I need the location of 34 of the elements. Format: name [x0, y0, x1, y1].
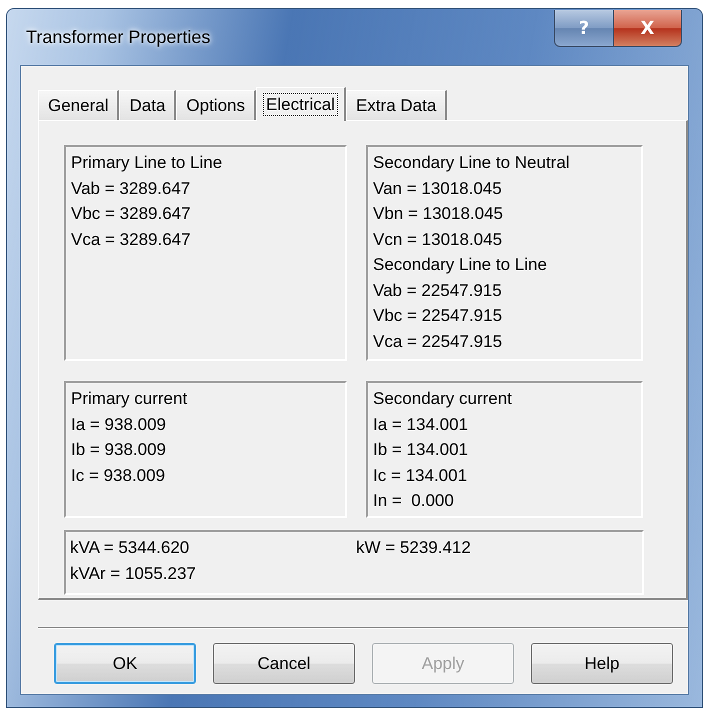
- readout-text: Vca = 3289.647: [71, 228, 192, 250]
- tab[interactable]: Data: [119, 90, 176, 120]
- tab[interactable]: Extra Data: [346, 90, 448, 120]
- readout-text: kVAr = 1055.237: [70, 562, 197, 584]
- readout-text: Ia = 134.001: [373, 414, 470, 436]
- readout-text: kVA = 5344.620: [70, 537, 190, 559]
- readout-text: Vab = 22547.915: [373, 280, 503, 302]
- readout-text: Vbc = 22547.915: [373, 305, 504, 327]
- readout-text: Ib = 134.001: [373, 439, 470, 461]
- tab[interactable]: Options: [176, 90, 256, 120]
- window-title: Transformer Properties: [26, 27, 210, 48]
- readout-text: Vbn = 13018.045: [373, 203, 504, 225]
- close-button[interactable]: X: [614, 10, 682, 47]
- readout-text: In = 0.000: [373, 490, 455, 512]
- readout-text: Vcn = 13018.045: [373, 228, 504, 250]
- readout-text: kW = 5239.412: [356, 537, 472, 559]
- readout-text: Ic = 938.009: [71, 464, 166, 486]
- readout-text: Primary Line to Line: [71, 152, 224, 174]
- readout-text: Primary current: [71, 388, 188, 410]
- readout-text: Van = 13018.045: [373, 178, 503, 200]
- dialog-button[interactable]: Help: [531, 643, 673, 684]
- readout-text: Vbc = 3289.647: [71, 203, 192, 225]
- readout-text: Ia = 938.009: [71, 414, 168, 436]
- readout-text: Secondary Line to Line: [373, 254, 548, 276]
- tab[interactable]: General: [38, 90, 120, 120]
- readout-text: Secondary Line to Neutral: [373, 152, 571, 174]
- tab[interactable]: Electrical: [256, 87, 346, 121]
- dialog-button[interactable]: OK: [54, 643, 196, 684]
- readout-text: Ib = 938.009: [71, 439, 168, 461]
- dialog-button[interactable]: Cancel: [213, 643, 355, 684]
- readout-text: Vca = 22547.915: [373, 330, 504, 352]
- readout-text: Secondary current: [373, 388, 513, 410]
- readout-text: Ic = 134.001: [373, 464, 468, 486]
- readout-text: Vab = 3289.647: [71, 178, 192, 200]
